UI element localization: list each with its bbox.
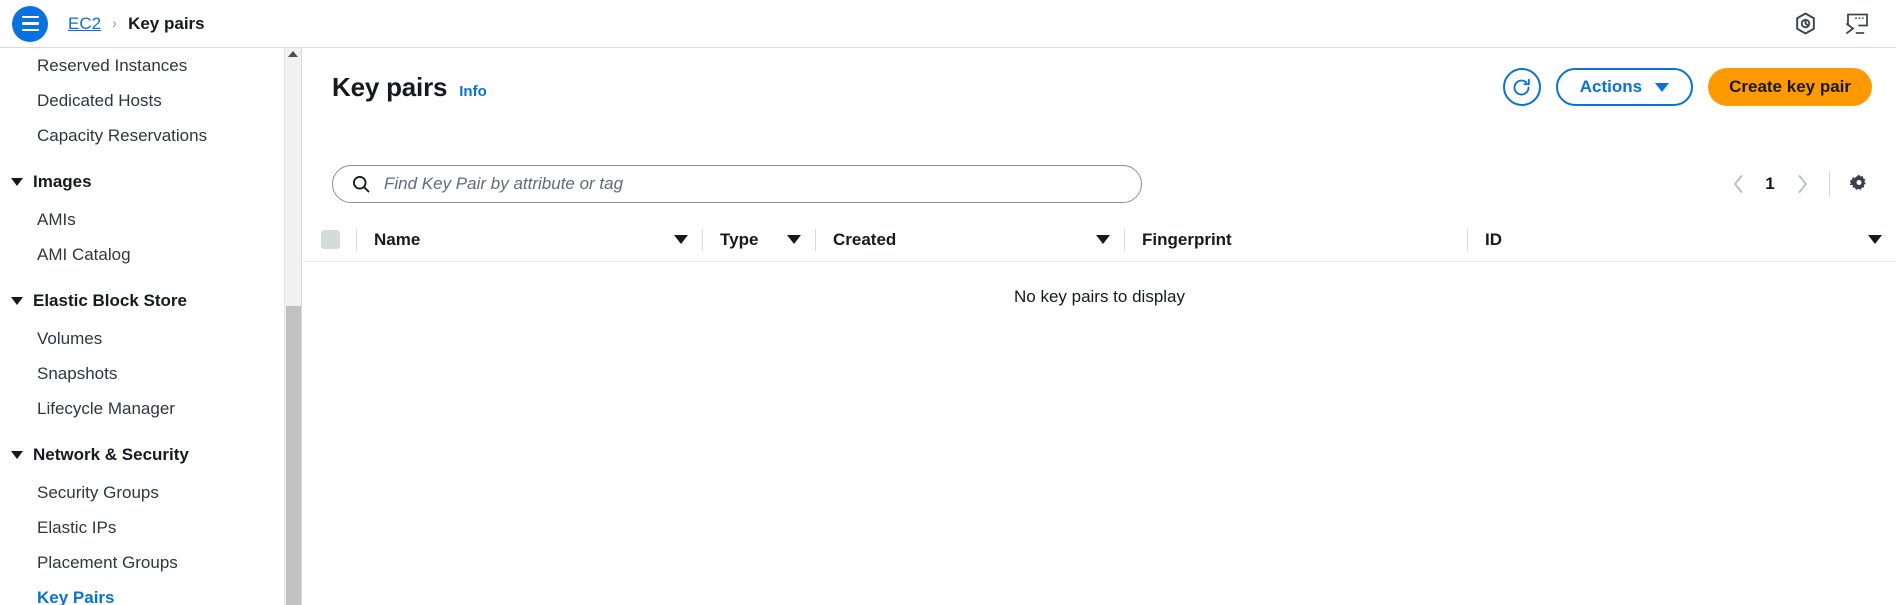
sidebar-item-placement-groups[interactable]: Placement Groups [0, 545, 282, 580]
chevron-left-icon [1733, 175, 1742, 193]
actions-button-label: Actions [1579, 77, 1643, 96]
scroll-up-arrow-icon[interactable] [288, 51, 298, 57]
top-navigation-bar: EC2 › Key pairs [0, 0, 1896, 48]
sidebar-scrollbar[interactable] [284, 48, 301, 605]
sidebar-item-key-pairs[interactable]: Key Pairs [0, 580, 282, 605]
caret-down-icon [11, 297, 23, 305]
column-header-label: Created [833, 229, 897, 249]
sidebar-item-reserved-instances[interactable]: Reserved Instances [0, 48, 282, 83]
sort-caret-icon[interactable] [1096, 235, 1110, 244]
sidebar-item-label: Snapshots [37, 363, 118, 383]
sidebar-item-amis[interactable]: AMIs [0, 202, 282, 237]
sidebar-item-security-groups[interactable]: Security Groups [0, 475, 282, 510]
sidebar-navigation: Reserved Instances Dedicated Hosts Capacit… [0, 48, 302, 605]
column-header-label: Type [720, 229, 759, 249]
topbar-icon-group [1792, 11, 1870, 37]
actions-button[interactable]: Actions [1555, 68, 1694, 106]
sort-caret-icon[interactable] [787, 235, 801, 244]
scrollbar-thumb[interactable] [286, 306, 301, 605]
caret-down-icon [11, 451, 23, 459]
pagination-controls: 1 [1721, 168, 1874, 200]
sidebar-group-elastic-block-store[interactable]: Elastic Block Store [0, 281, 282, 321]
sidebar-group-label: Network & Security [33, 445, 189, 464]
column-header-created[interactable]: Created [816, 218, 1124, 262]
sidebar-item-snapshots[interactable]: Snapshots [0, 356, 282, 391]
breadcrumb-link-ec2[interactable]: EC2 [68, 14, 101, 34]
refresh-button[interactable] [1502, 68, 1541, 106]
table-header-row: Name Type Created Fingerprint ID [303, 218, 1896, 262]
sidebar-item-label: Elastic IPs [37, 517, 117, 537]
column-header-label: Name [374, 229, 421, 249]
sidebar-item-volumes[interactable]: Volumes [0, 321, 282, 356]
previous-page-button[interactable] [1721, 168, 1755, 200]
select-all-cell [303, 218, 356, 262]
key-pairs-table: Name Type Created Fingerprint ID No key pair… [303, 218, 1896, 332]
search-and-pagination-row: 1 [303, 165, 1896, 209]
sidebar-item-dedicated-hosts[interactable]: Dedicated Hosts [0, 83, 282, 118]
search-input[interactable] [384, 174, 1114, 194]
terminal-icon[interactable] [1844, 11, 1870, 37]
gear-icon [1849, 174, 1866, 190]
next-page-button[interactable] [1785, 168, 1819, 200]
chevron-right-icon: › [112, 15, 117, 32]
hamburger-bar [21, 22, 39, 25]
sidebar-item-label: Security Groups [37, 482, 159, 502]
sidebar-item-label: Volumes [37, 328, 103, 348]
sort-caret-icon[interactable] [674, 235, 688, 244]
create-key-pair-button[interactable]: Create key pair [1708, 68, 1872, 106]
sidebar-group-network-security[interactable]: Network & Security [0, 435, 282, 475]
hamburger-bar [21, 15, 39, 19]
sidebar-item-label: AMIs [37, 209, 76, 229]
sidebar-item-ami-catalog[interactable]: AMI Catalog [0, 237, 282, 272]
page-title: Key pairs [332, 72, 448, 102]
sidebar-item-list: Reserved Instances Dedicated Hosts Capacit… [0, 48, 282, 605]
sidebar-item-label: Dedicated Hosts [37, 90, 162, 110]
column-header-type[interactable]: Type [703, 218, 815, 262]
column-header-label: Fingerprint [1142, 229, 1232, 249]
breadcrumb: EC2 › Key pairs [68, 14, 205, 34]
search-box[interactable] [332, 165, 1142, 203]
sidebar-item-label: Key Pairs [37, 587, 115, 605]
page-header: Key pairs Info [332, 72, 487, 103]
hamburger-bar [21, 28, 39, 32]
sidebar-item-label: Reserved Instances [37, 55, 188, 75]
sidebar-item-lifecycle-manager[interactable]: Lifecycle Manager [0, 391, 282, 426]
column-header-fingerprint[interactable]: Fingerprint [1125, 218, 1467, 262]
cloudshell-icon[interactable] [1792, 11, 1818, 37]
caret-down-icon [11, 178, 23, 186]
column-header-label: ID [1485, 229, 1502, 249]
sidebar-item-label: Placement Groups [37, 552, 178, 572]
sidebar-group-label: Images [33, 172, 92, 191]
hamburger-menu-icon[interactable] [12, 5, 48, 42]
column-header-name[interactable]: Name [357, 218, 702, 262]
select-all-checkbox[interactable] [321, 230, 340, 249]
sidebar-item-capacity-reservations[interactable]: Capacity Reservations [0, 118, 282, 153]
divider [1829, 171, 1830, 197]
sidebar-item-label: Lifecycle Manager [37, 398, 175, 418]
header-action-group: Actions Create key pair [1502, 68, 1872, 106]
sidebar-item-elastic-ips[interactable]: Elastic IPs [0, 510, 282, 545]
search-icon [353, 176, 370, 193]
page-number[interactable]: 1 [1755, 174, 1785, 194]
chevron-down-icon [1655, 82, 1670, 92]
table-empty-message: No key pairs to display [1013, 287, 1186, 306]
sidebar-item-label: AMI Catalog [37, 244, 131, 264]
sidebar-group-images[interactable]: Images [0, 162, 282, 202]
chevron-right-icon [1798, 175, 1807, 193]
column-header-id[interactable]: ID [1468, 218, 1896, 262]
sidebar-item-label: Capacity Reservations [37, 125, 208, 145]
main-content: Key pairs Info Actions Create key pair F… [303, 48, 1896, 605]
info-link[interactable]: Info [459, 83, 487, 100]
sidebar-group-label: Elastic Block Store [33, 291, 188, 310]
breadcrumb-current: Key pairs [128, 13, 205, 33]
table-preferences-button[interactable] [1844, 169, 1874, 199]
sort-caret-icon[interactable] [1868, 235, 1882, 244]
